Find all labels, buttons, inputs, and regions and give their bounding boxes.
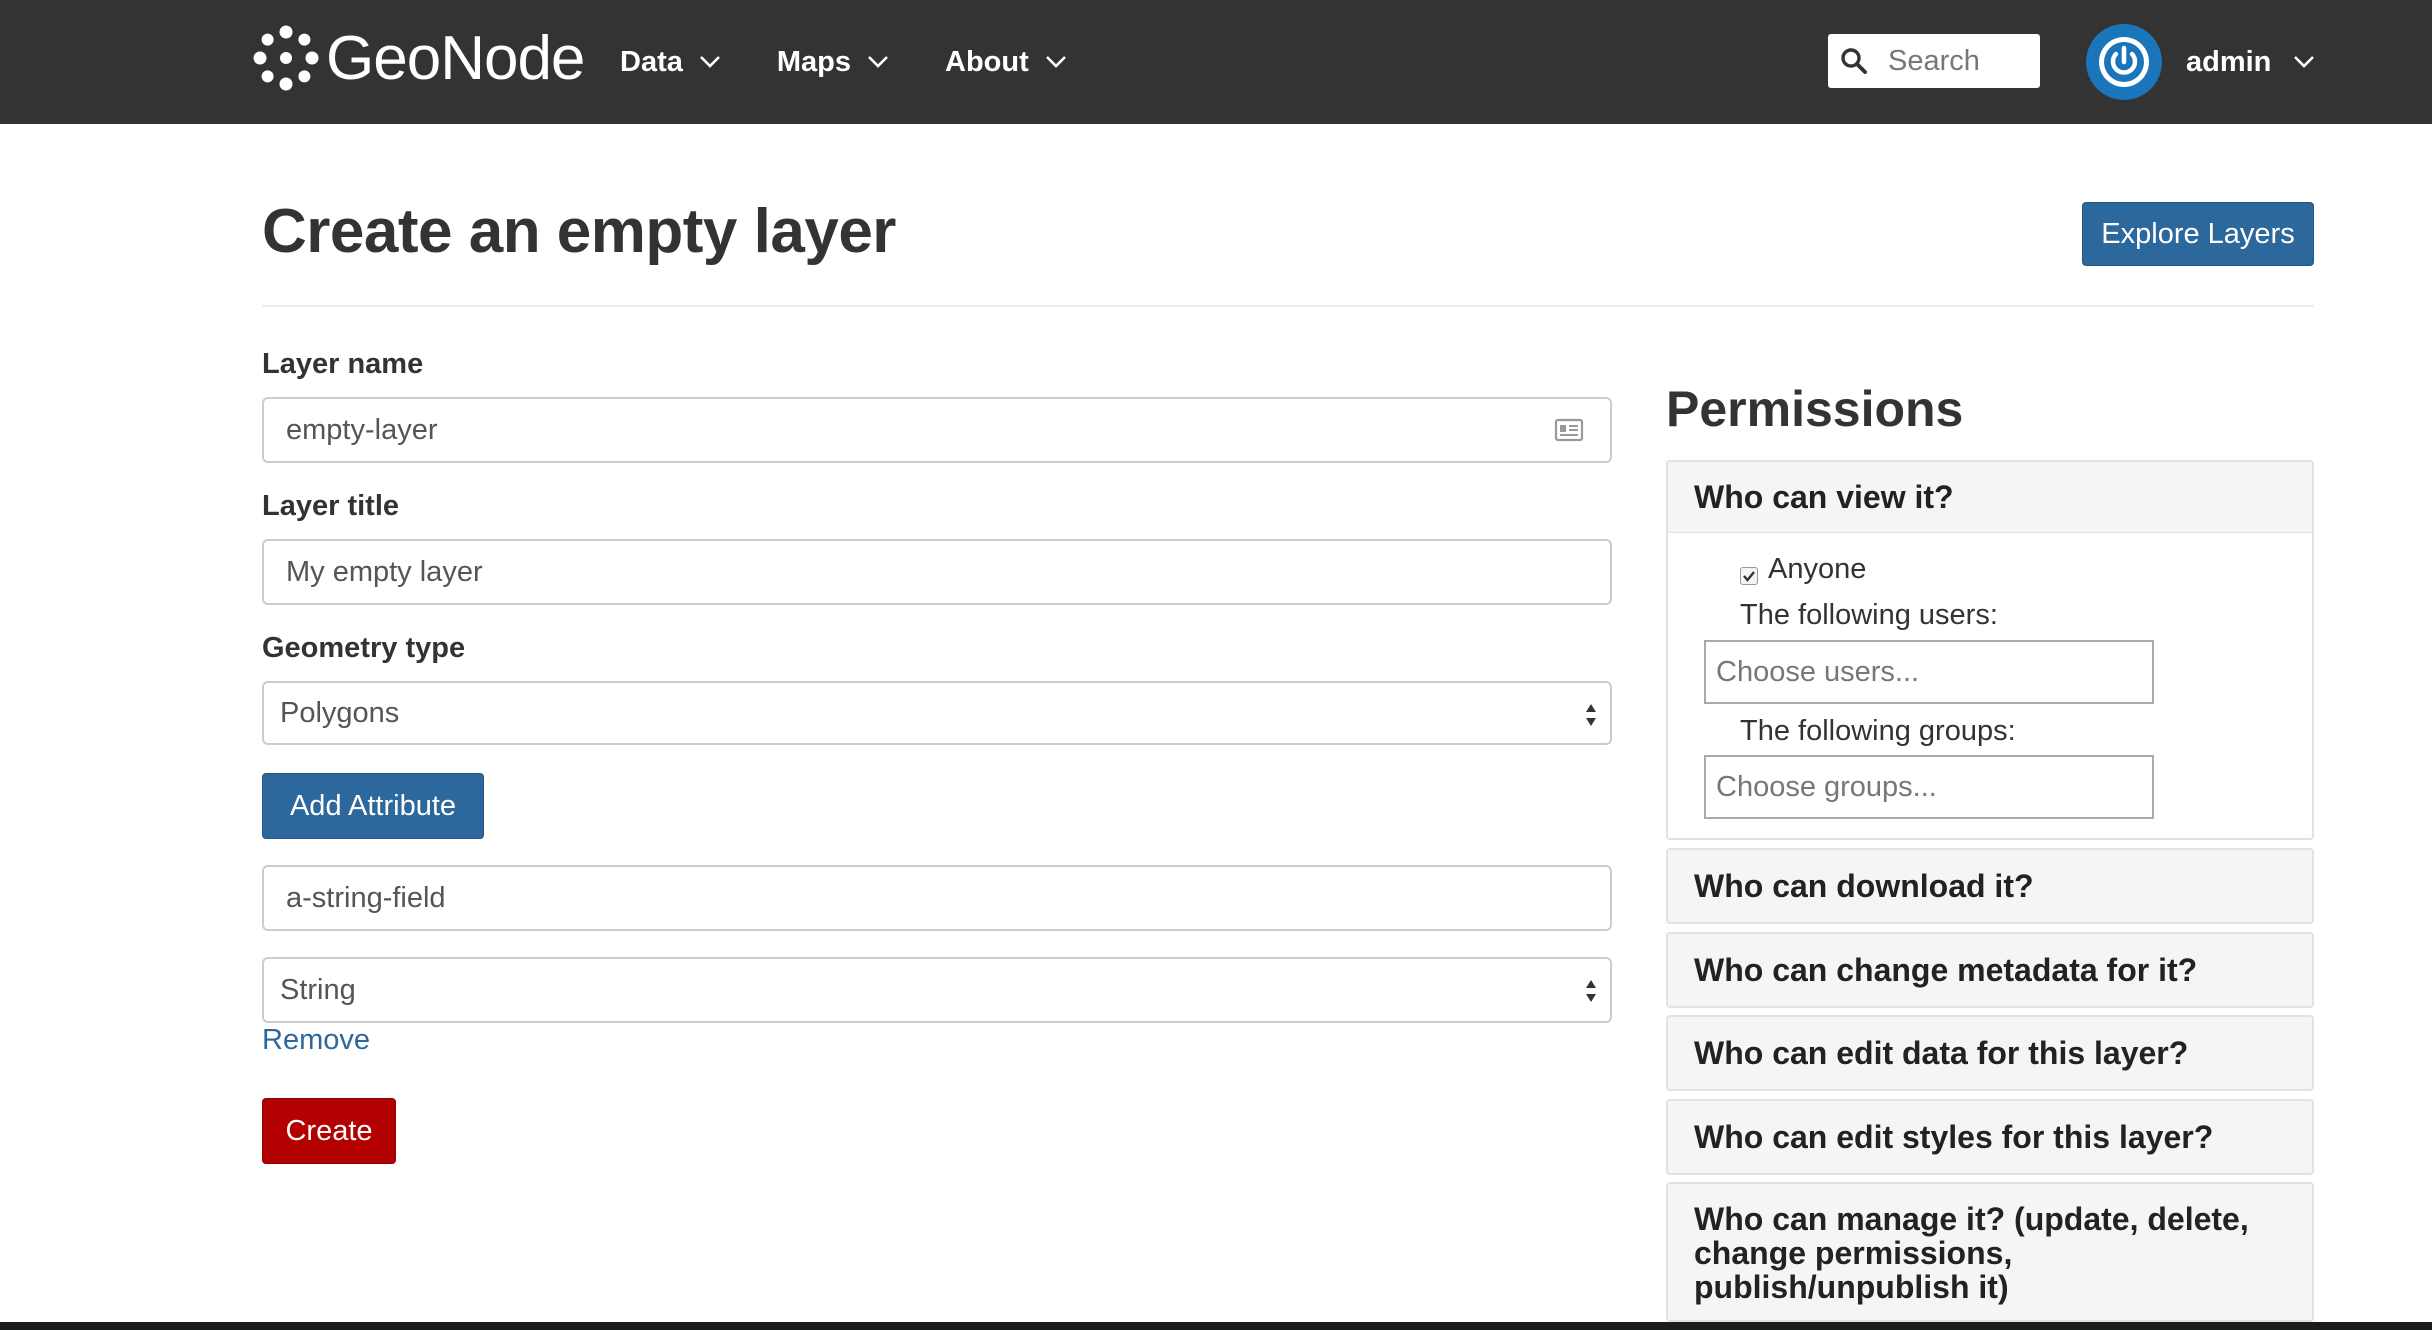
anyone-checkbox[interactable] [1740, 567, 1758, 585]
chevron-down-icon [699, 56, 720, 68]
search-input[interactable] [1886, 43, 2040, 79]
panel-header-metadata[interactable]: Who can change metadata for it? [1668, 934, 2312, 1006]
layer-title-label: Layer title [262, 490, 399, 522]
attribute-name-input[interactable] [262, 865, 1612, 931]
choose-users-input[interactable] [1704, 640, 2154, 704]
brand-logo[interactable]: GeoNode [250, 18, 585, 98]
permission-panel-download[interactable]: Who can download it? [1666, 848, 2314, 924]
chevron-down-icon [2294, 56, 2315, 68]
permissions-title: Permissions [1666, 381, 1964, 437]
geonode-flower-icon [253, 25, 319, 91]
nav-item-maps[interactable]: Maps [777, 46, 889, 79]
explore-layers-button[interactable]: Explore Layers [2082, 202, 2314, 266]
panel-header-download[interactable]: Who can download it? [1668, 850, 2312, 922]
create-button[interactable]: Create [262, 1098, 396, 1164]
page-bottom-edge [0, 1322, 2432, 1330]
permission-panel-edit-data[interactable]: Who can edit data for this layer? [1666, 1015, 2314, 1091]
geometry-type-select[interactable]: Polygons [262, 681, 1612, 745]
search-icon [1841, 48, 1867, 74]
attribute-type-value: String [280, 973, 356, 1006]
layer-name-input[interactable] [262, 397, 1612, 463]
brand-name: GeoNode [326, 23, 585, 93]
user-menu[interactable]: admin [2086, 24, 2315, 100]
groups-label: The following groups: [1740, 715, 2016, 747]
choose-groups-input[interactable] [1704, 755, 2154, 819]
nav-item-label: About [945, 45, 1029, 78]
main-menu: Data Maps About [620, 0, 1123, 124]
remove-attribute-link[interactable]: Remove [262, 1024, 370, 1057]
panel-header-edit-styles[interactable]: Who can edit styles for this layer? [1668, 1101, 2312, 1173]
checkmark-icon [1743, 571, 1755, 582]
users-label: The following users: [1740, 599, 1998, 631]
nav-item-about[interactable]: About [945, 46, 1067, 79]
chevron-down-icon [868, 56, 888, 68]
avatar [2086, 24, 2162, 100]
panel-header-manage[interactable]: Who can manage it? (update, delete, chan… [1668, 1184, 2312, 1304]
search-box [1828, 34, 2040, 88]
panel-body-view: Anyone The following users: The followin… [1668, 532, 2312, 838]
panel-header-edit-data[interactable]: Who can edit data for this layer? [1668, 1017, 2312, 1089]
layer-title-input[interactable] [262, 539, 1612, 605]
select-arrows-icon [1586, 704, 1596, 726]
contact-card-icon [1554, 418, 1584, 442]
nav-item-label: Maps [776, 45, 851, 78]
permission-panel-metadata[interactable]: Who can change metadata for it? [1666, 932, 2314, 1008]
permission-panel-view: Who can view it? Anyone The following us… [1666, 460, 2314, 840]
nav-item-data[interactable]: Data [620, 46, 721, 79]
add-attribute-button[interactable]: Add Attribute [262, 773, 484, 839]
power-icon [2099, 37, 2149, 87]
permission-panel-manage[interactable]: Who can manage it? (update, delete, chan… [1666, 1182, 2314, 1322]
geometry-type-label: Geometry type [262, 632, 466, 664]
header-divider [262, 305, 2314, 307]
nav-item-label: Data [620, 45, 683, 78]
layer-name-label: Layer name [262, 348, 424, 380]
user-name: admin [2186, 45, 2272, 78]
attribute-type-select[interactable]: String [262, 957, 1612, 1023]
panel-header-view[interactable]: Who can view it? [1668, 462, 2312, 532]
geometry-type-value: Polygons [280, 696, 400, 729]
anyone-label: Anyone [1768, 553, 1867, 585]
page-title: Create an empty layer [262, 197, 896, 266]
chevron-down-icon [1045, 56, 1066, 68]
select-arrows-icon [1586, 980, 1596, 1002]
top-navbar: GeoNode Data Maps About Search admin [0, 0, 2432, 124]
permission-panel-edit-styles[interactable]: Who can edit styles for this layer? [1666, 1099, 2314, 1175]
